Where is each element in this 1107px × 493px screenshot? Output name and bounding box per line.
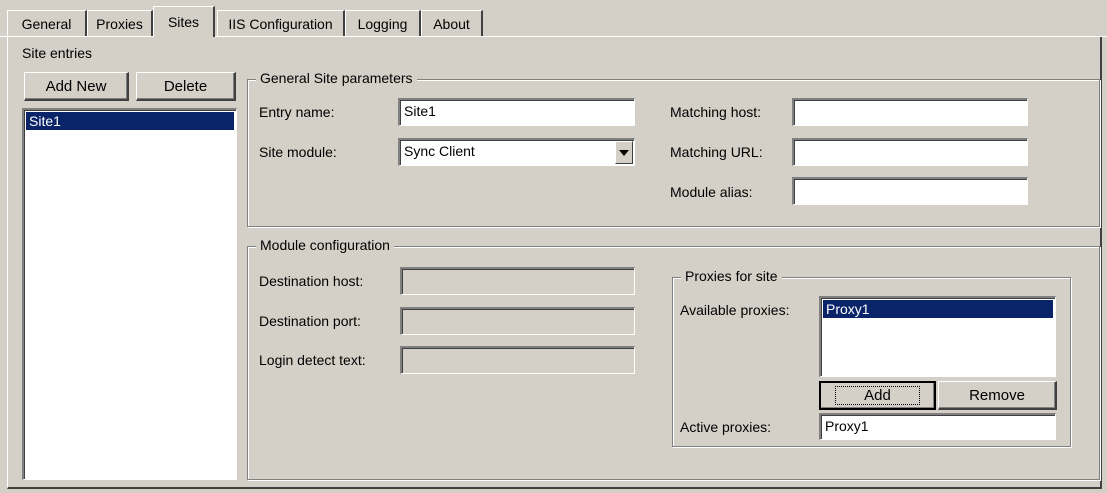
module-configuration-title: Module configuration [256, 237, 394, 253]
entry-name-field[interactable]: Site1 [398, 98, 635, 126]
add-new-label: Add New [45, 77, 107, 95]
matching-host-field[interactable] [792, 98, 1028, 126]
tab-iis-configuration[interactable]: IIS Configuration [217, 10, 345, 36]
delete-button[interactable]: Delete [136, 72, 236, 101]
site-module-select[interactable]: Sync Client [398, 138, 635, 166]
chevron-down-icon[interactable] [615, 141, 633, 164]
list-item-proxy[interactable]: Proxy1 [823, 300, 1053, 318]
tab-about[interactable]: About [421, 10, 483, 36]
active-proxies-label: Active proxies: [680, 419, 772, 435]
general-site-parameters-title: General Site parameters [256, 70, 417, 86]
tab-iis-configuration-label: IIS Configuration [228, 15, 333, 32]
login-detect-text-label: Login detect text: [259, 352, 366, 368]
list-item-site[interactable]: Site1 [26, 112, 234, 130]
add-new-button[interactable]: Add New [24, 72, 129, 101]
remove-proxy-button[interactable]: Remove [938, 381, 1057, 410]
site-entries-list[interactable]: Site1 [22, 108, 237, 480]
login-detect-text-field [400, 346, 635, 374]
module-alias-field[interactable] [792, 177, 1028, 205]
matching-host-label: Matching host: [670, 104, 762, 120]
tab-logging[interactable]: Logging [345, 10, 421, 36]
destination-port-label: Destination port: [259, 313, 361, 329]
tab-about-label: About [433, 15, 470, 32]
proxies-for-site-title: Proxies for site [681, 268, 782, 284]
destination-host-label: Destination host: [259, 273, 364, 289]
tab-general[interactable]: General [7, 10, 87, 36]
tab-sites[interactable]: Sites [153, 6, 215, 37]
delete-label: Delete [163, 77, 208, 95]
tab-proxies[interactable]: Proxies [87, 10, 153, 36]
available-proxies-list[interactable]: Proxy1 [819, 296, 1056, 377]
matching-url-field[interactable] [792, 138, 1028, 166]
tab-sites-label: Sites [167, 14, 200, 30]
matching-url-label: Matching URL: [670, 144, 763, 160]
site-module-label: Site module: [259, 144, 337, 160]
available-proxies-label: Available proxies: [680, 302, 790, 318]
site-entries-label: Site entries [22, 45, 93, 61]
active-proxies-field[interactable]: Proxy1 [819, 413, 1056, 440]
tab-proxies-label: Proxies [96, 15, 143, 32]
destination-port-field [400, 307, 635, 335]
module-alias-label: Module alias: [670, 184, 753, 200]
add-proxy-label: Add [835, 386, 920, 405]
tab-general-label: General [21, 15, 72, 32]
tab-logging-label: Logging [357, 15, 408, 32]
add-proxy-button[interactable]: Add [819, 381, 936, 410]
site-module-value: Sync Client [404, 143, 475, 159]
destination-host-field [400, 267, 635, 295]
entry-name-label: Entry name: [259, 104, 335, 120]
remove-proxy-label: Remove [969, 386, 1025, 404]
